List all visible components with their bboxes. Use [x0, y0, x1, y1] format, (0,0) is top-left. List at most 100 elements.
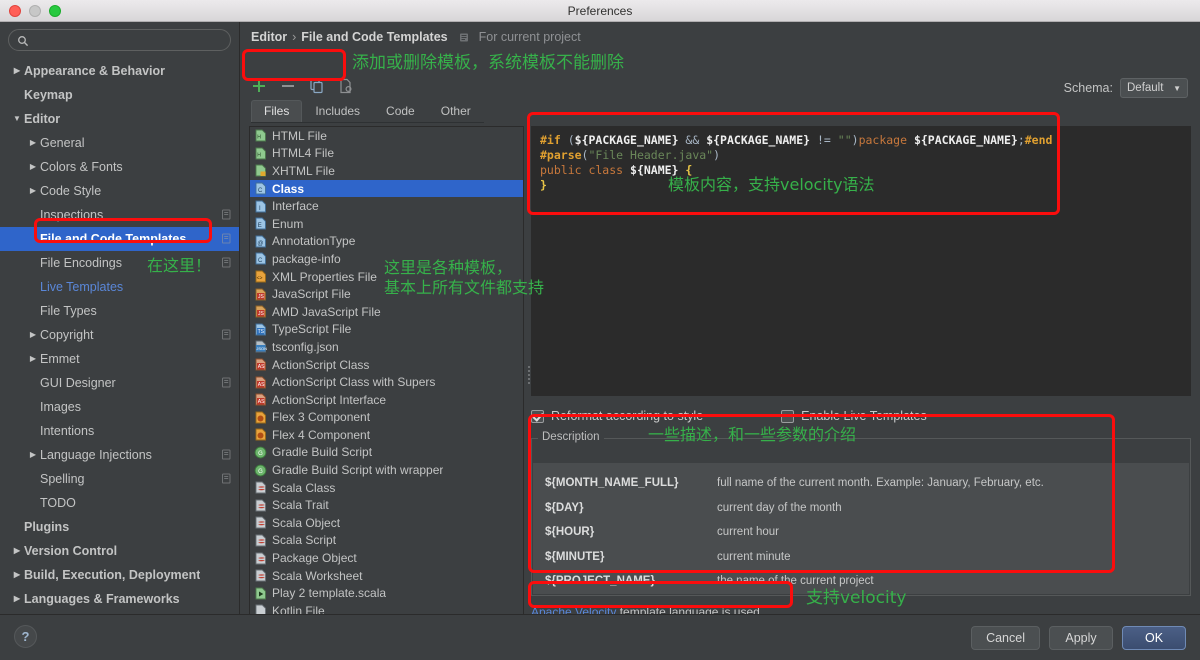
sidebar-item-colors-fonts[interactable]: ▶ Colors & Fonts: [0, 155, 239, 179]
template-list-item[interactable]: G Gradle Build Script with wrapper: [250, 461, 523, 479]
chevron-down-icon[interactable]: ▼: [10, 115, 24, 123]
sidebar-item-code-style[interactable]: ▶ Code Style: [0, 179, 239, 203]
chevron-right-icon[interactable]: ▶: [26, 187, 40, 195]
description-variable-text: current hour: [717, 526, 780, 539]
template-list-item[interactable]: Package Object: [250, 549, 523, 567]
chevron-right-icon[interactable]: ▶: [26, 139, 40, 147]
template-list-item[interactable]: Scala Object: [250, 514, 523, 532]
sidebar-item-inspections[interactable]: Inspections: [0, 203, 239, 227]
search-input[interactable]: [34, 32, 222, 48]
sidebar-item-label: File Types: [40, 304, 97, 318]
sidebar-item-general[interactable]: ▶ General: [0, 131, 239, 155]
template-list-item[interactable]: G Gradle Build Script: [250, 444, 523, 462]
search-box[interactable]: [8, 29, 231, 51]
sidebar-item-version-control[interactable]: ▶ Version Control: [0, 539, 239, 563]
sidebar-item-images[interactable]: Images: [0, 395, 239, 419]
sidebar-item-intentions[interactable]: Intentions: [0, 419, 239, 443]
sidebar-item-languages-frameworks[interactable]: ▶ Languages & Frameworks: [0, 587, 239, 611]
svg-text:H: H: [257, 135, 261, 141]
copy-template-button[interactable]: [309, 78, 325, 94]
template-list-item[interactable]: Scala Script: [250, 532, 523, 550]
template-list-item[interactable]: XHTML File: [250, 162, 523, 180]
template-list-item[interactable]: H HTML4 File: [250, 145, 523, 163]
description-variable-table[interactable]: ${MONTH_NAME_FULL} full name of the curre…: [533, 463, 1189, 594]
template-name: Enum: [272, 216, 304, 231]
help-button[interactable]: ?: [14, 625, 37, 648]
chevron-right-icon[interactable]: ▶: [10, 67, 24, 75]
chevron-right-icon[interactable]: ▶: [26, 163, 40, 171]
template-list-item[interactable]: Scala Trait: [250, 496, 523, 514]
chevron-right-icon[interactable]: ▶: [10, 595, 24, 603]
apply-button[interactable]: Apply: [1049, 626, 1113, 650]
template-list-item[interactable]: JS AMD JavaScript File: [250, 303, 523, 321]
java-class-icon: C: [254, 182, 267, 195]
create-from-file-button[interactable]: [338, 78, 354, 94]
sidebar-item-build-execution-deployment[interactable]: ▶ Build, Execution, Deployment: [0, 563, 239, 587]
ok-button[interactable]: OK: [1122, 626, 1186, 650]
breadcrumb-parent[interactable]: Editor: [251, 30, 287, 44]
description-legend: Description: [538, 431, 604, 443]
template-list-item[interactable]: H HTML File: [250, 127, 523, 145]
template-list-item[interactable]: Play 2 template.scala: [250, 584, 523, 602]
template-file-list[interactable]: H HTML File H HTML4 File XHTML File C Class I In…: [249, 126, 524, 629]
sidebar-item-emmet[interactable]: ▶ Emmet: [0, 347, 239, 371]
schema-dropdown[interactable]: Default ▼: [1120, 78, 1188, 98]
template-list-item[interactable]: Flex 4 Component: [250, 426, 523, 444]
chevron-right-icon[interactable]: ▶: [10, 547, 24, 555]
tab-other[interactable]: Other: [428, 100, 484, 122]
template-list-item[interactable]: JSON tsconfig.json: [250, 338, 523, 356]
chevron-down-icon: ▼: [1173, 83, 1181, 93]
template-list-item[interactable]: @ AnnotationType: [250, 233, 523, 251]
template-list-item[interactable]: AS ActionScript Interface: [250, 391, 523, 409]
template-list-item[interactable]: TS TypeScript File: [250, 321, 523, 339]
template-list-item[interactable]: AS ActionScript Class: [250, 356, 523, 374]
chevron-right-icon[interactable]: ▶: [26, 331, 40, 339]
tab-includes[interactable]: Includes: [302, 100, 373, 122]
chevron-right-icon[interactable]: ▶: [26, 355, 40, 363]
sidebar-item-language-injections[interactable]: ▶ Language Injections: [0, 443, 239, 467]
sidebar-item-file-and-code-templates[interactable]: File and Code Templates: [0, 227, 239, 251]
chevron-right-icon[interactable]: ▶: [10, 571, 24, 579]
sidebar-item-plugins[interactable]: Plugins: [0, 515, 239, 539]
templates-toolbar: [251, 74, 354, 98]
code-token: ${PACKAGE_NAME}: [913, 133, 1018, 147]
template-list-item[interactable]: Flex 3 Component: [250, 409, 523, 427]
sidebar-item-label: GUI Designer: [40, 376, 116, 390]
code-token: public class: [540, 163, 631, 177]
add-template-button[interactable]: [251, 78, 267, 94]
chevron-right-icon[interactable]: ▶: [26, 451, 40, 459]
description-variable-text: current minute: [717, 550, 791, 563]
editor-options-row: Reformat according to style Enable Live …: [531, 406, 1191, 426]
scala-icon: [254, 569, 267, 582]
sidebar-item-copyright[interactable]: ▶ Copyright: [0, 323, 239, 347]
template-editor[interactable]: #if (${PACKAGE_NAME} && ${PACKAGE_NAME} …: [531, 126, 1191, 396]
template-list-item[interactable]: AS ActionScript Class with Supers: [250, 373, 523, 391]
sidebar-item-live-templates[interactable]: Live Templates: [0, 275, 239, 299]
sidebar-item-appearance-behavior[interactable]: ▶ Appearance & Behavior: [0, 59, 239, 83]
template-list-item[interactable]: Scala Worksheet: [250, 567, 523, 585]
template-list-item[interactable]: Scala Class: [250, 479, 523, 497]
description-row[interactable]: ${MINUTE} current minute: [533, 545, 1189, 570]
sidebar-item-label: Live Templates: [40, 280, 124, 294]
reformat-checkbox[interactable]: [531, 409, 544, 423]
sidebar-item-todo[interactable]: TODO: [0, 491, 239, 515]
schema-selector: Schema: Default ▼: [1064, 78, 1188, 98]
template-list-item[interactable]: E Enum: [250, 215, 523, 233]
sidebar-item-file-types[interactable]: File Types: [0, 299, 239, 323]
description-row[interactable]: ${MONTH_NAME_FULL} full name of the curre…: [533, 471, 1189, 496]
sidebar-item-keymap[interactable]: Keymap: [0, 83, 239, 107]
sidebar-item-spelling[interactable]: Spelling: [0, 467, 239, 491]
sidebar-item-gui-designer[interactable]: GUI Designer: [0, 371, 239, 395]
sidebar-item-editor[interactable]: ▼ Editor: [0, 107, 239, 131]
template-list-item[interactable]: I Interface: [250, 197, 523, 215]
project-scope-badge-icon: [221, 209, 233, 221]
cancel-button[interactable]: Cancel: [971, 626, 1040, 650]
tab-code[interactable]: Code: [373, 100, 428, 122]
description-row[interactable]: ${HOUR} current hour: [533, 520, 1189, 545]
tab-files[interactable]: Files: [251, 100, 303, 122]
description-row[interactable]: ${DAY} current day of the month: [533, 496, 1189, 521]
java-annotation-icon: @: [254, 235, 267, 248]
project-scope-badge-icon: [221, 257, 233, 269]
remove-template-button[interactable]: [280, 78, 296, 94]
template-list-item[interactable]: C Class: [250, 179, 523, 198]
